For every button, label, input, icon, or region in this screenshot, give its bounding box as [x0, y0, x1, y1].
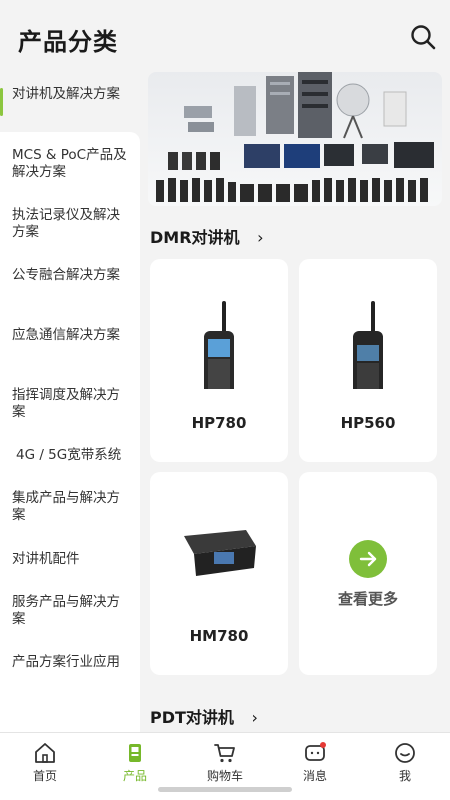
tab-label: 产品 [122, 769, 147, 783]
header: 产品分类 [0, 0, 450, 72]
section-title-text: DMR对讲机 [150, 228, 240, 247]
tab-messages[interactable]: 消息 [285, 741, 345, 784]
sidebar-item-emergency[interactable]: 应急通信解决方案 [0, 327, 140, 344]
sidebar-item-label: MCS & PoC产品及解决方案 [12, 147, 127, 180]
product-name: HM780 [189, 627, 249, 645]
sidebar-item-industry[interactable]: 产品方案行业应用 [0, 654, 140, 671]
page-title: 产品分类 [18, 28, 118, 56]
banner-illustration [156, 72, 434, 202]
radio-hp780-image [204, 301, 234, 399]
section-title-text: PDT对讲机 [150, 708, 234, 727]
active-indicator [0, 88, 3, 116]
view-more-card[interactable]: 查看更多 [299, 472, 437, 675]
cart-icon [214, 744, 235, 763]
banner-image[interactable] [148, 72, 442, 206]
view-more-label: 查看更多 [337, 590, 398, 608]
sidebar-item-label: 执法记录仪及解决方案 [12, 207, 120, 240]
sidebar-item-label: 指挥调度及解决方案 [12, 387, 120, 420]
sidebar-item-walkie-solutions[interactable]: 对讲机及解决方案 [0, 86, 140, 116]
tab-profile[interactable]: 我 [375, 741, 435, 784]
home-icon [35, 743, 55, 763]
message-icon [305, 742, 326, 761]
product-card-hm780[interactable]: HM780 [150, 472, 288, 675]
sidebar-item-mcs-poc[interactable]: MCS & PoC产品及解决方案 [0, 147, 140, 181]
tab-label: 消息 [302, 769, 327, 783]
sidebar-item-broadband[interactable]: 4G / 5G宽带系统 [0, 447, 140, 464]
sidebar-item-label: 公专融合解决方案 [12, 267, 120, 283]
profile-icon [395, 743, 415, 763]
badge-dot [320, 742, 326, 748]
tab-home[interactable]: 首页 [15, 741, 75, 784]
tab-products[interactable]: 产品 [105, 741, 165, 784]
sidebar-item-label: 对讲机配件 [12, 551, 80, 567]
product-name: HP780 [191, 414, 247, 432]
chevron-right-icon: › [257, 228, 264, 247]
sidebar-item-label: 对讲机及解决方案 [12, 86, 120, 102]
sidebar-item-public-private[interactable]: 公专融合解决方案 [0, 267, 140, 284]
sidebar-item-label: 应急通信解决方案 [12, 327, 120, 343]
sidebar-item-recorder[interactable]: 执法记录仪及解决方案 [0, 207, 140, 241]
section-header-dmr[interactable]: DMR对讲机 › [150, 224, 264, 248]
search-icon[interactable] [410, 24, 436, 50]
sidebar-item-dispatch[interactable]: 指挥调度及解决方案 [0, 387, 140, 421]
sidebar-item-label: 4G / 5G宽带系统 [16, 447, 122, 463]
sidebar-item-label: 服务产品与解决方案 [12, 594, 120, 627]
sidebar-item-services[interactable]: 服务产品与解决方案 [0, 594, 140, 628]
section-header-pdt[interactable]: PDT对讲机 › [150, 704, 258, 728]
tab-label: 我 [398, 769, 411, 783]
home-indicator [158, 787, 292, 792]
tab-label: 购物车 [206, 769, 243, 783]
sidebar-item-label: 产品方案行业应用 [12, 654, 120, 670]
sidebar-item-accessories[interactable]: 对讲机配件 [0, 551, 140, 568]
tab-cart[interactable]: 购物车 [195, 741, 255, 784]
tab-label: 首页 [32, 769, 57, 783]
radio-hp560-image [353, 301, 383, 399]
sidebar-item-label: 集成产品与解决方案 [12, 490, 120, 523]
sidebar-item-integrated[interactable]: 集成产品与解决方案 [0, 490, 140, 524]
arrow-right-icon [349, 540, 387, 578]
mobile-radio-hm780-image [184, 530, 256, 576]
product-card-hp780[interactable]: HP780 [150, 259, 288, 462]
product-name: HP560 [340, 414, 396, 432]
product-card-hp560[interactable]: HP560 [299, 259, 437, 462]
category-sidebar: 对讲机及解决方案 MCS & PoC产品及解决方案 执法记录仪及解决方案 公专融… [0, 72, 140, 732]
product-content: DMR对讲机 › HP780 HP560 HM780 查看更多 PDT对讲机 › [140, 72, 450, 732]
product-icon [129, 744, 141, 762]
chevron-right-icon: › [251, 708, 258, 727]
